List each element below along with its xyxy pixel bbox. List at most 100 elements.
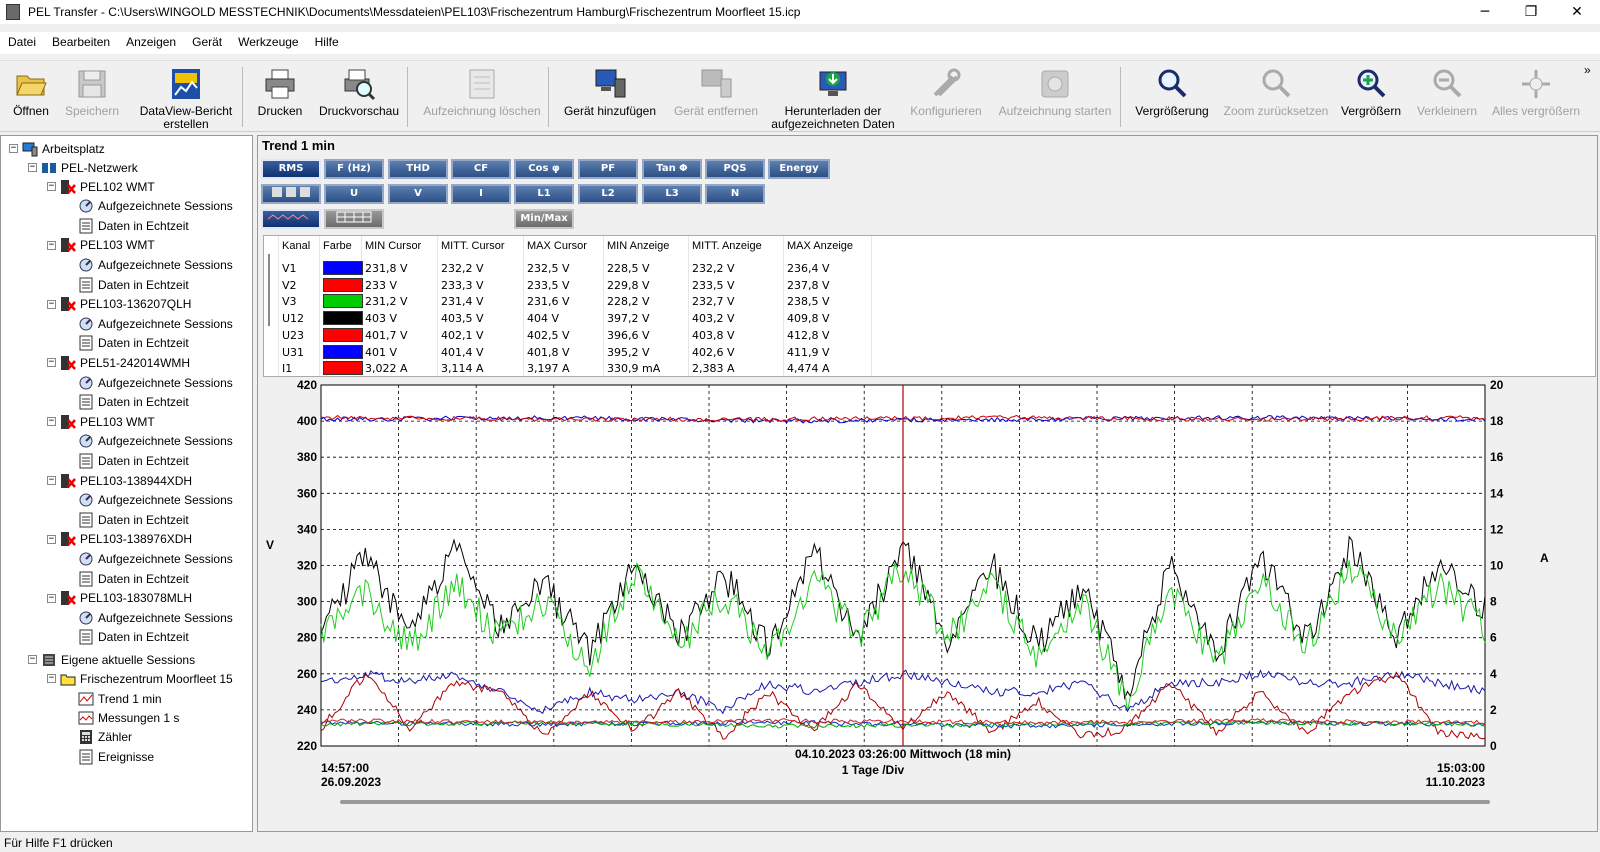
zoom-out-button[interactable]: Verkleinern	[1412, 61, 1482, 133]
tab-frequency[interactable]: F (Hz)	[324, 159, 384, 179]
collapse-icon[interactable]: −	[47, 182, 56, 191]
remove-device-button[interactable]: Gerät entfernen	[670, 61, 762, 133]
color-swatch[interactable]	[323, 277, 363, 292]
table-row[interactable]: U12 403 V 403,5 V 404 V 397,2 V 403,2 V 409,8 …	[264, 310, 874, 327]
column-header[interactable]: MIN Anzeige	[607, 240, 669, 252]
tree-item-counter[interactable]: Zähler	[78, 727, 132, 746]
tab-l1[interactable]: L1	[514, 184, 574, 204]
collapse-icon[interactable]: −	[47, 299, 56, 309]
column-header[interactable]: MITT. Anzeige	[692, 240, 762, 252]
trend-chart[interactable]: 4204003803603403203002802602402202018161…	[258, 380, 1597, 830]
grid-view-button[interactable]	[324, 209, 384, 229]
tab-rms[interactable]: RMS	[261, 159, 321, 179]
delete-recording-button[interactable]: Aufzeichnung löschen	[418, 61, 546, 133]
maximize-button[interactable]: ❐	[1508, 0, 1554, 24]
tab-cf[interactable]: CF	[451, 159, 511, 179]
collapse-icon[interactable]: −	[47, 240, 56, 250]
configure-button[interactable]: Konfigurieren	[906, 61, 986, 133]
menu-datei[interactable]: Datei	[0, 32, 44, 54]
column-header[interactable]: Kanal	[282, 240, 310, 252]
tree-item-pel-netzwerk[interactable]: − PEL-Netzwerk	[28, 158, 138, 177]
zoom-in-button[interactable]: Vergrößern	[1336, 61, 1406, 133]
column-header[interactable]: MIN Cursor	[365, 240, 421, 252]
tab-u[interactable]: U	[324, 184, 384, 204]
color-swatch[interactable]	[323, 361, 363, 376]
open-button[interactable]: Öffnen	[6, 61, 56, 133]
color-swatch[interactable]	[323, 327, 363, 342]
column-header[interactable]: MITT. Cursor	[441, 240, 505, 252]
collapse-icon[interactable]: −	[9, 144, 18, 153]
save-button[interactable]: Speichern	[62, 61, 122, 133]
tab-pf[interactable]: PF	[578, 159, 638, 179]
tree-item-own-sessions[interactable]: − Eigene aktuelle Sessions	[28, 650, 195, 669]
table-view-button[interactable]	[261, 184, 321, 204]
tab-i[interactable]: I	[451, 184, 511, 204]
tree-item-sessions[interactable]: Aufgezeichnete Sessions	[78, 314, 233, 333]
menu-werkzeuge[interactable]: Werkzeuge	[230, 32, 306, 54]
tab-thd[interactable]: THD	[388, 159, 448, 179]
tree-item-sessions[interactable]: Aufgezeichnete Sessions	[78, 608, 233, 627]
tree-item-device[interactable]: − PEL103-138944XDH	[47, 471, 192, 490]
tab-n[interactable]: N	[705, 184, 765, 204]
print-preview-button[interactable]: Druckvorschau	[316, 61, 402, 133]
collapse-icon[interactable]: −	[47, 674, 56, 683]
minimize-button[interactable]: ─	[1462, 0, 1508, 24]
collapse-icon[interactable]: −	[47, 534, 56, 544]
color-swatch[interactable]	[323, 261, 363, 275]
collapse-icon[interactable]: −	[47, 476, 56, 485]
tree-item-device[interactable]: − PEL103 WMT	[47, 236, 155, 255]
chart-view-button[interactable]	[261, 209, 321, 229]
tab-pqs[interactable]: PQS	[705, 159, 765, 179]
minmax-button[interactable]: Min/Max	[514, 209, 574, 229]
tree-item-device[interactable]: − PEL103-183078MLH	[47, 589, 192, 608]
tab-l2[interactable]: L2	[578, 184, 638, 204]
menu-anzeigen[interactable]: Anzeigen	[118, 32, 184, 54]
collapse-icon[interactable]: −	[47, 358, 56, 368]
tree-item-measurements[interactable]: Messungen 1 s	[78, 708, 179, 727]
tree-item-realtime[interactable]: Daten in Echtzeit	[78, 216, 189, 235]
tab-v[interactable]: V	[388, 184, 448, 204]
table-row[interactable]: V3 231,2 V 231,4 V 231,6 V 228,2 V 232,7 V 238…	[264, 293, 874, 310]
tree-item-sessions[interactable]: Aufgezeichnete Sessions	[78, 432, 233, 451]
collapse-icon[interactable]: −	[28, 163, 37, 172]
table-row[interactable]: V1 231,8 V 232,2 V 232,5 V 228,5 V 232,2 V 236…	[264, 260, 874, 277]
zoom-button[interactable]: Vergrößerung	[1130, 61, 1214, 133]
menu-geraet[interactable]: Gerät	[184, 32, 230, 54]
menu-bearbeiten[interactable]: Bearbeiten	[44, 32, 118, 54]
table-row[interactable]: U31 401 V 401,4 V 401,8 V 395,2 V 402,6 V 411,…	[264, 344, 874, 361]
column-header[interactable]: MAX Cursor	[527, 240, 587, 252]
tree-item-device[interactable]: − PEL103-138976XDH	[47, 530, 192, 549]
tree-item-realtime[interactable]: Daten in Echtzeit	[78, 393, 189, 412]
tree-item-sessions[interactable]: Aufgezeichnete Sessions	[78, 197, 233, 216]
column-header[interactable]: Farbe	[323, 240, 352, 252]
add-device-button[interactable]: Gerät hinzufügen	[560, 61, 660, 133]
tab-energy[interactable]: Energy	[768, 159, 830, 179]
zoom-reset-button[interactable]: Zoom zurücksetzen	[1222, 61, 1330, 133]
tree-item-sessions[interactable]: Aufgezeichnete Sessions	[78, 373, 233, 392]
tree-item-realtime[interactable]: Daten in Echtzeit	[78, 628, 189, 647]
tree-item-sessions[interactable]: Aufgezeichnete Sessions	[78, 549, 233, 568]
tree-item-realtime[interactable]: Daten in Echtzeit	[78, 451, 189, 470]
tree-item-trend[interactable]: Trend 1 min	[78, 689, 162, 708]
column-header[interactable]: MAX Anzeige	[787, 240, 853, 252]
tree-item-device[interactable]: − PEL51-242014WMH	[47, 353, 190, 372]
collapse-icon[interactable]: −	[28, 655, 37, 664]
tree-item-session[interactable]: − Frischezentrum Moorfleet 15	[47, 669, 233, 688]
collapse-icon[interactable]: −	[47, 593, 56, 603]
download-data-button[interactable]: Herunterladen der aufgezeichneten Daten	[768, 61, 898, 133]
dataview-report-button[interactable]: DataView-Bericht erstellen	[136, 61, 236, 133]
tab-l3[interactable]: L3	[642, 184, 702, 204]
color-swatch[interactable]	[323, 344, 363, 359]
tree-item-device[interactable]: − PEL103-136207QLH	[47, 295, 191, 314]
tab-cos-phi[interactable]: Cos φ	[514, 159, 574, 179]
tree-item-arbeitsplatz[interactable]: − Arbeitsplatz	[9, 139, 105, 158]
color-swatch[interactable]	[323, 294, 363, 309]
tree-item-sessions[interactable]: Aufgezeichnete Sessions	[78, 491, 233, 510]
tree-item-sessions[interactable]: Aufgezeichnete Sessions	[78, 255, 233, 274]
tree-item-realtime[interactable]: Daten in Echtzeit	[78, 510, 189, 529]
tree-item-device[interactable]: − PEL103 WMT	[47, 412, 155, 431]
color-swatch[interactable]	[323, 311, 363, 326]
tab-tan-phi[interactable]: Tan Φ	[642, 159, 702, 179]
close-button[interactable]: ✕	[1554, 0, 1600, 24]
tree-item-realtime[interactable]: Daten in Echtzeit	[78, 275, 189, 294]
